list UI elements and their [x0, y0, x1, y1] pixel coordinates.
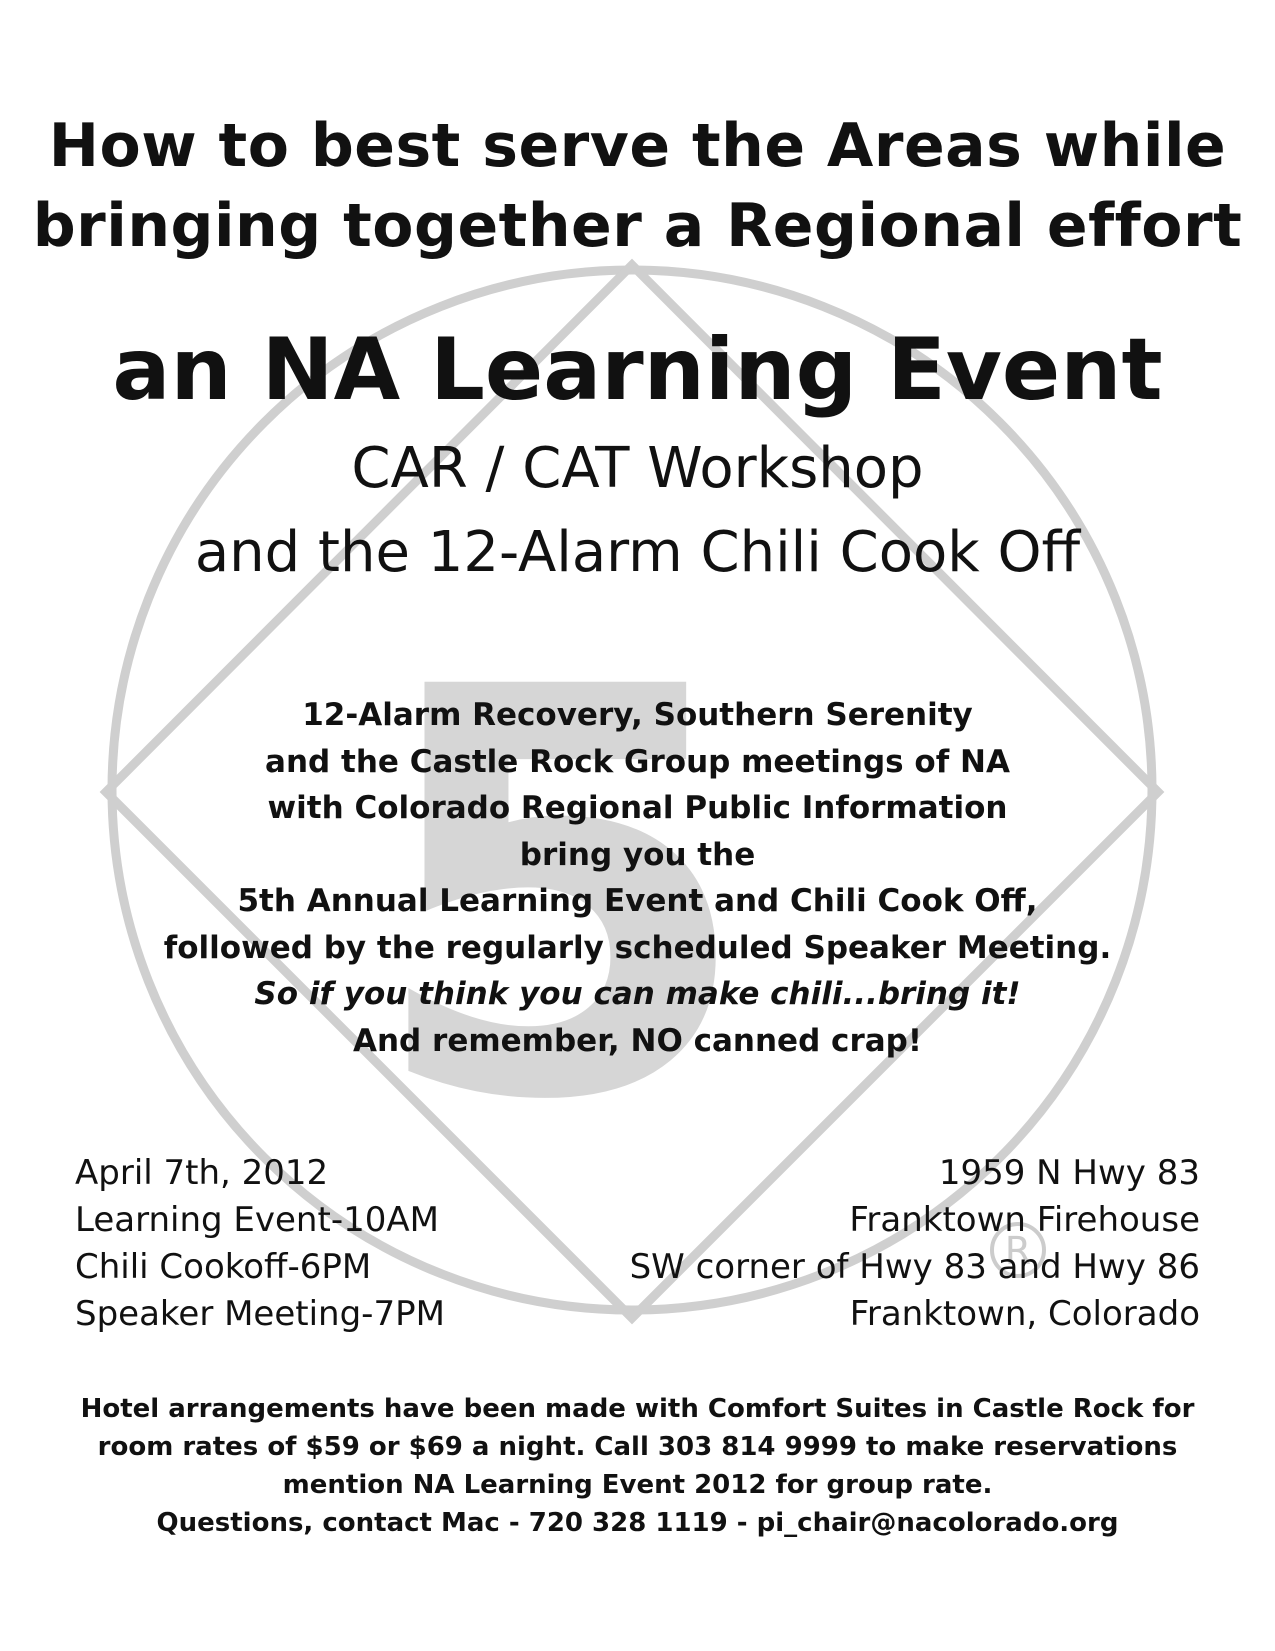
description-line-5: 5th Annual Learning Event and Chili Cook… [237, 883, 1038, 919]
hotel-and-contact-info: Hotel arrangements have been made with C… [0, 1390, 1275, 1542]
hotel-line-3: mention NA Learning Event 2012 for group… [282, 1470, 993, 1500]
event-title: an NA Learning Event [112, 320, 1163, 420]
hotel-line-2: room rates of $59 or $69 a night. Call 3… [97, 1432, 1178, 1462]
contact-line: Questions, contact Mac - 720 328 1119 - … [156, 1508, 1119, 1538]
event-description: 12-Alarm Recovery, Southern Serenity and… [0, 692, 1275, 1064]
flyer: How to best serve the Areas while bringi… [0, 0, 1275, 1651]
description-line-8: And remember, NO canned crap! [0, 1018, 1275, 1065]
reminder-suffix: canned crap! [682, 1022, 922, 1059]
description-line-4: bring you the [519, 836, 756, 873]
reminder-prefix: And remember, [353, 1022, 631, 1059]
chili-challenge: So if you think you can make chili...bri… [254, 976, 1021, 1012]
hotel-line-1: Hotel arrangements have been made with C… [80, 1394, 1195, 1424]
event-date: April 7th, 2012 [75, 1153, 329, 1193]
heading-line-1: How to best serve the Areas while [48, 111, 1227, 181]
location: 1959 N Hwy 83 Franktown Firehouse SW cor… [630, 1150, 1200, 1338]
heading-line-2: bringing together a Regional effort [32, 191, 1243, 261]
learning-event-time: Learning Event-10AM [75, 1200, 439, 1240]
location-city: Franktown, Colorado [849, 1294, 1200, 1334]
location-venue: Franktown Firehouse [849, 1200, 1200, 1240]
description-line-2: and the Castle Rock Group meetings of NA [265, 743, 1010, 780]
chili-cookoff-time: Chili Cookoff-6PM [75, 1247, 372, 1287]
cookoff-subtitle: and the 12-Alarm Chili Cook Off [194, 520, 1081, 585]
description-line-3: with Colorado Regional Public Informatio… [267, 790, 1008, 826]
location-corner: SW corner of Hwy 83 and Hwy 86 [629, 1247, 1200, 1287]
workshop-subtitle: CAR / CAT Workshop [351, 436, 924, 501]
description-line-6: followed by the regularly scheduled Spea… [163, 929, 1112, 966]
schedule: April 7th, 2012 Learning Event-10AM Chil… [75, 1150, 445, 1338]
speaker-meeting-time: Speaker Meeting-7PM [75, 1294, 445, 1334]
location-address: 1959 N Hwy 83 [938, 1153, 1200, 1193]
description-line-1: 12-Alarm Recovery, Southern Serenity [302, 697, 973, 733]
reminder-emphasis: NO [630, 1022, 683, 1059]
